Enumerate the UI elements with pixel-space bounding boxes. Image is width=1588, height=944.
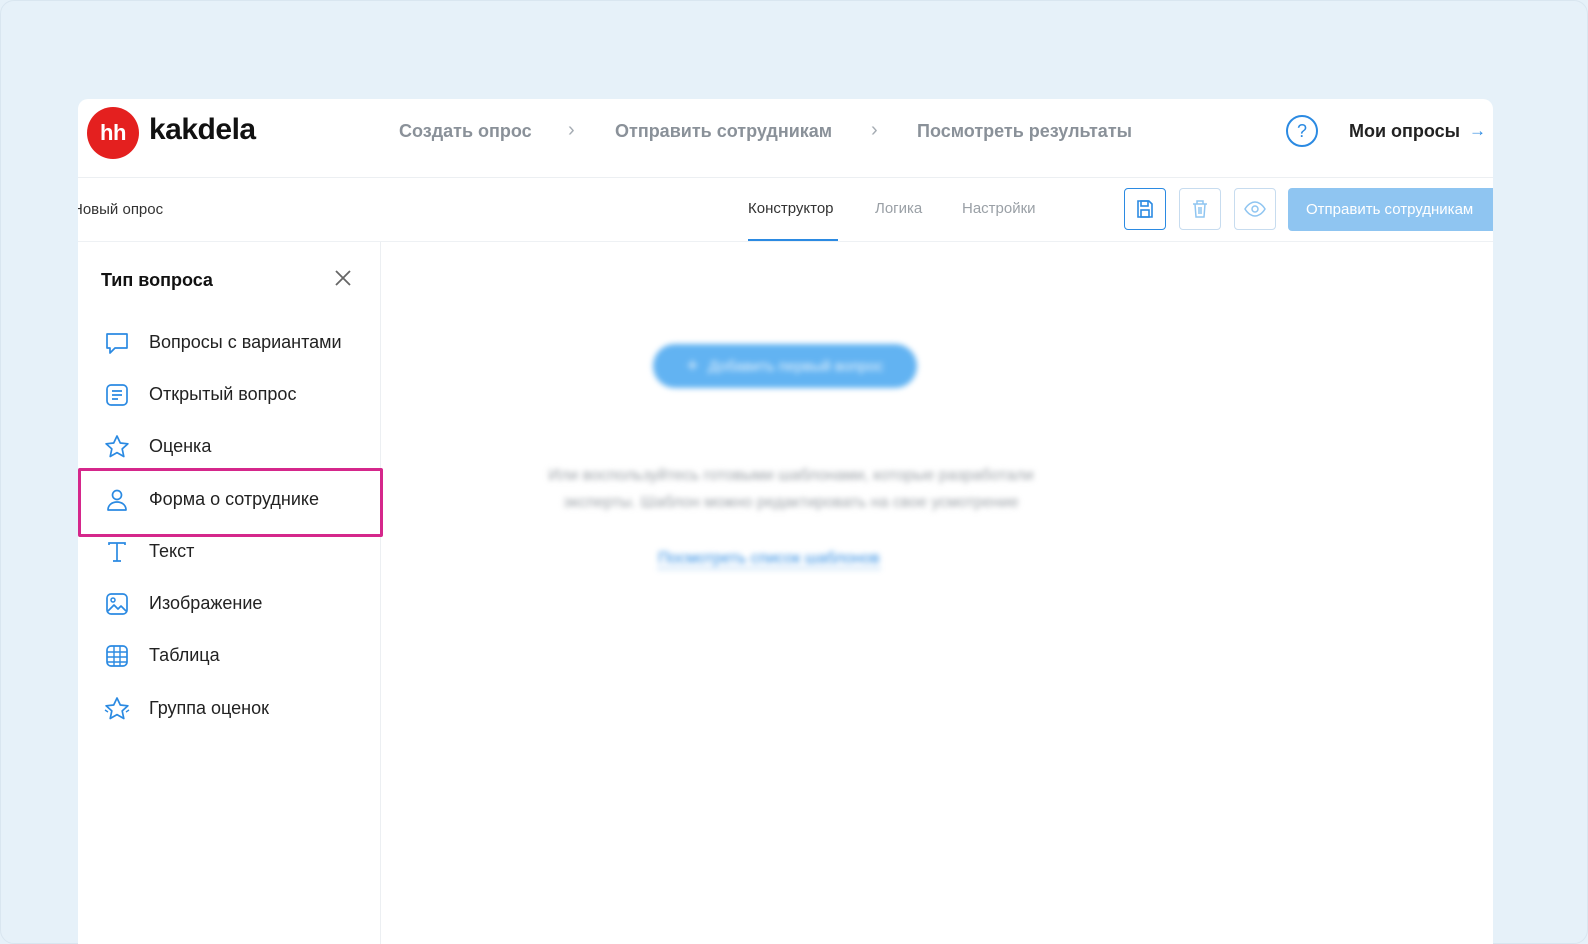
- add-question-label: Добавить первый вопрос: [708, 357, 884, 375]
- hint-line: эксперты. Шаблон можно редактировать на …: [563, 494, 1019, 511]
- editor-toolbar: Новый опрос Конструктор Логика Настройки…: [78, 178, 1493, 242]
- image-icon: [106, 593, 128, 615]
- text-t-icon: [108, 542, 126, 562]
- question-type-panel: Тип вопроса Вопросы с вариантами Открыты…: [78, 242, 383, 944]
- question-type-label: Текст: [149, 541, 195, 561]
- help-icon[interactable]: ?: [1286, 115, 1318, 147]
- tab-logic[interactable]: Логика: [875, 200, 922, 217]
- stars-group-icon: [104, 697, 130, 720]
- trash-icon: [1193, 200, 1207, 218]
- document-lines-icon: [106, 384, 128, 406]
- question-type-table[interactable]: Таблица: [78, 630, 381, 682]
- question-type-label: Оценка: [149, 436, 212, 456]
- active-tab-indicator: [748, 239, 838, 241]
- tab-settings[interactable]: Настройки: [962, 200, 1036, 217]
- step-create-survey[interactable]: Создать опрос: [399, 121, 532, 142]
- step-view-results[interactable]: Посмотреть результаты: [917, 121, 1132, 142]
- close-icon[interactable]: [333, 268, 353, 288]
- plus-icon: +: [686, 354, 699, 377]
- chat-bubble-icon: [106, 333, 128, 354]
- save-button[interactable]: [1124, 188, 1166, 230]
- panel-title: Тип вопроса: [101, 270, 213, 290]
- question-type-choice[interactable]: Вопросы с вариантами: [78, 317, 381, 369]
- question-type-label: Вопросы с вариантами: [149, 332, 342, 352]
- logo-mark[interactable]: hh: [87, 107, 139, 159]
- arrow-right-icon[interactable]: →: [1469, 121, 1486, 141]
- question-type-rating[interactable]: Оценка: [78, 421, 381, 473]
- templates-hint: Или воспользуйтесь готовыми шаблонами, к…: [491, 462, 1091, 516]
- constructor-canvas: + Добавить первый вопрос Или воспользуйт…: [381, 242, 1493, 944]
- question-type-label: Группа оценок: [149, 698, 270, 718]
- app-window: hh kakdela Создать опрос › Отправить сот…: [78, 99, 1493, 944]
- question-type-rating-group[interactable]: Группа оценок: [78, 683, 381, 735]
- question-type-image[interactable]: Изображение: [78, 578, 381, 630]
- add-first-question-button[interactable]: + Добавить первый вопрос: [653, 344, 917, 388]
- star-icon: [105, 435, 129, 458]
- table-icon: [106, 645, 128, 667]
- chevron-right-icon: ›: [568, 119, 575, 141]
- delete-button[interactable]: [1179, 188, 1221, 230]
- chevron-right-icon: ›: [871, 119, 878, 141]
- view-templates-link[interactable]: Посмотреть список шаблонов: [658, 550, 880, 569]
- hint-line: Или воспользуйтесь готовыми шаблонами, к…: [548, 467, 1034, 484]
- logo-text[interactable]: kakdela: [149, 113, 256, 147]
- my-surveys-link[interactable]: Мои опросы: [1349, 121, 1460, 142]
- save-icon: [1137, 200, 1153, 218]
- question-type-label: Открытый вопрос: [149, 384, 297, 404]
- tab-constructor[interactable]: Конструктор: [748, 200, 834, 217]
- eye-icon: [1244, 201, 1266, 217]
- preview-button[interactable]: [1234, 188, 1276, 230]
- send-to-employees-button[interactable]: Отправить сотрудникам: [1288, 188, 1493, 231]
- question-type-label: Изображение: [149, 593, 263, 613]
- question-type-open[interactable]: Открытый вопрос: [78, 369, 381, 421]
- survey-title[interactable]: Новый опрос: [78, 201, 163, 218]
- question-type-label: Таблица: [149, 645, 220, 665]
- step-send-employees[interactable]: Отправить сотрудникам: [615, 121, 832, 142]
- top-header: hh kakdela Создать опрос › Отправить сот…: [78, 99, 1493, 178]
- selected-item-highlight: [78, 468, 383, 537]
